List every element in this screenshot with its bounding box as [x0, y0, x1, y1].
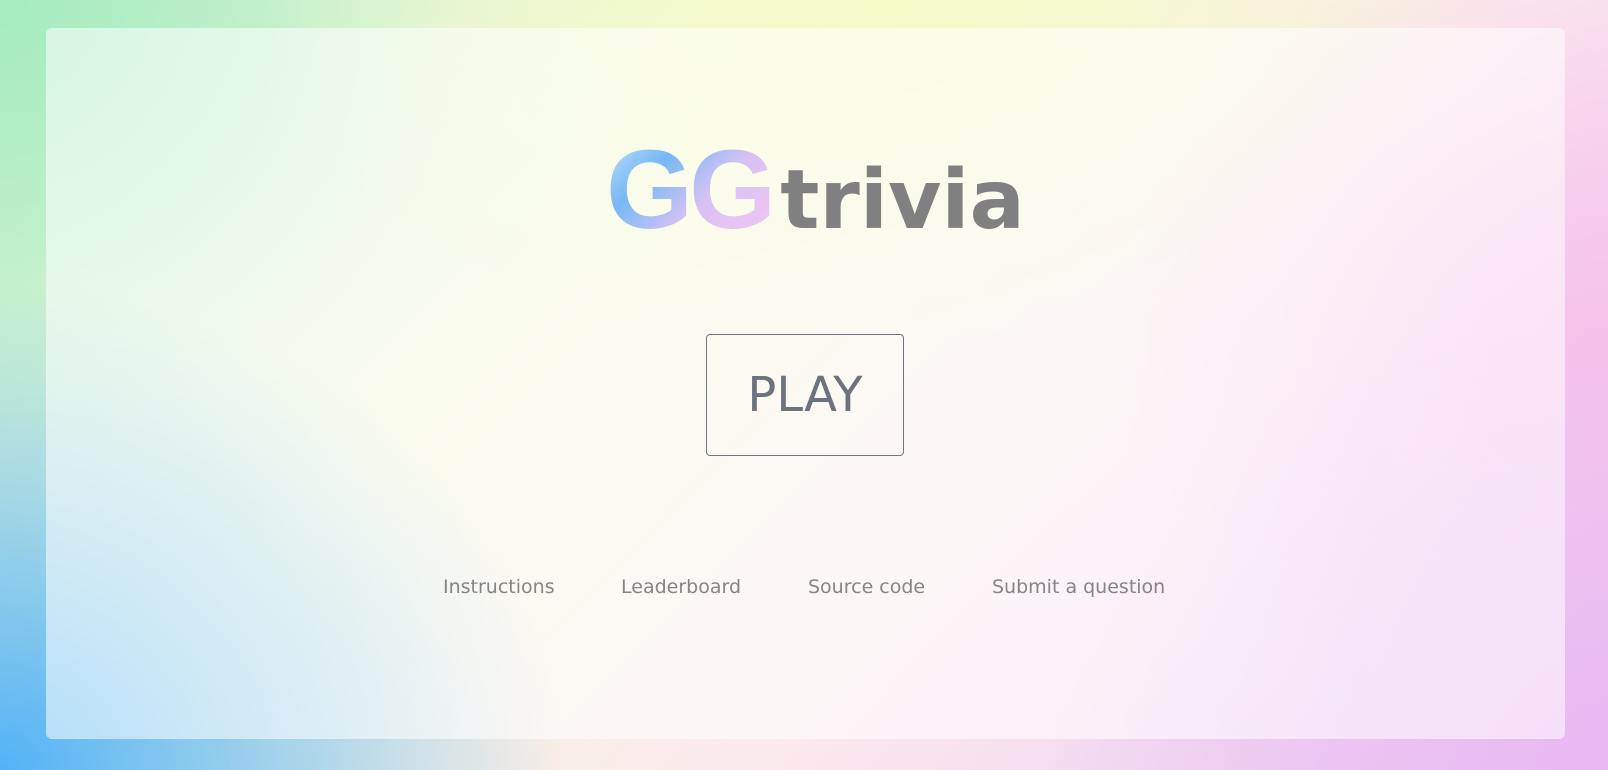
page-background: { "logo": { "gg_text": "GG", "trivia_tex…	[0, 0, 1608, 770]
source-code-link[interactable]: Source code	[808, 576, 925, 598]
app-logo: GG trivia	[606, 127, 1025, 252]
logo-trivia-text: trivia	[780, 153, 1025, 248]
play-button[interactable]: PLAY	[706, 334, 904, 456]
instructions-link[interactable]: Instructions	[443, 576, 555, 598]
leaderboard-link[interactable]: Leaderboard	[621, 576, 741, 598]
submit-question-link[interactable]: Submit a question	[992, 576, 1165, 598]
logo-gg-text: GG	[606, 127, 776, 252]
